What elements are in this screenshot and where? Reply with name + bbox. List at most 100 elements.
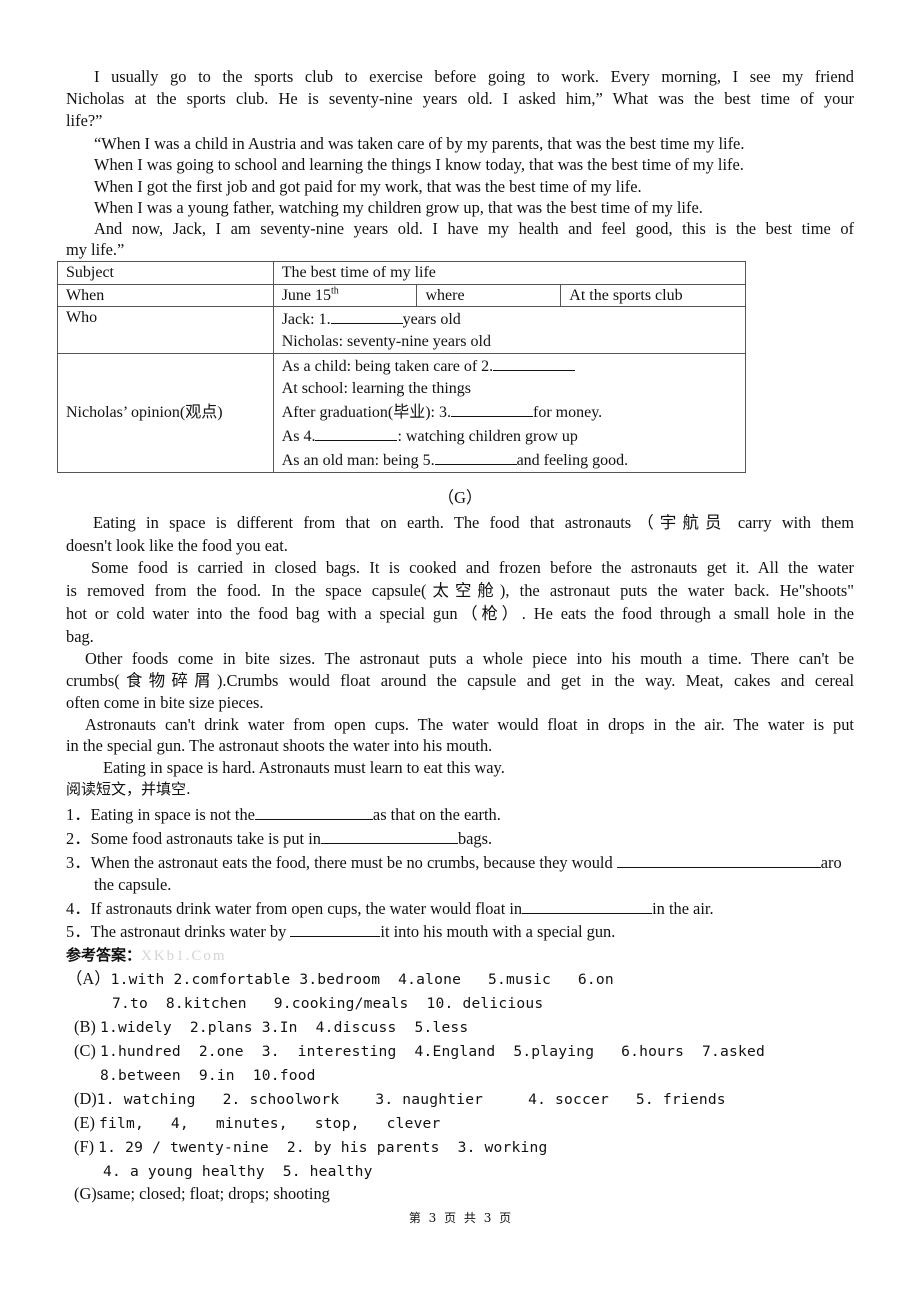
question-text: If astronauts drink water from open cups… <box>90 899 523 918</box>
paragraph-line: Eating in space is hard. Astronauts must… <box>103 758 505 777</box>
opinion-value: As a child: being taken care of 2. At sc… <box>272 353 747 473</box>
opinion-text: and feeling good. <box>516 452 629 469</box>
where-value: At the sports club <box>560 283 746 307</box>
paragraph-line: Nicholas at the sports club. He is seven… <box>66 89 854 108</box>
answer-blank-1[interactable] <box>330 307 403 324</box>
answer-blank-4[interactable] <box>315 424 398 441</box>
where-label: where <box>416 283 562 307</box>
answer-line: (B) 1.widely 2.plans 3.In 4.discuss 5.le… <box>74 1016 468 1039</box>
opinion-text: As an old man: being 5. <box>281 452 435 469</box>
answer-label: (B) <box>74 1017 96 1036</box>
paragraph-line: And now, Jack, I am seventy-nine years o… <box>94 219 854 238</box>
answer-line: (D)1. watching 2. schoolwork 3. naughtie… <box>74 1088 726 1111</box>
who-value: Jack: 1. years old Nicholas: seventy-nine… <box>272 306 747 354</box>
when-suffix: th <box>331 285 339 297</box>
question-4: 4．If astronauts drink water from open cu… <box>66 897 714 920</box>
question-text: When the astronaut eats the food, there … <box>90 853 617 872</box>
question-5: 5．The astronaut drinks water by it into … <box>66 920 615 943</box>
when-value: June 15th <box>272 283 418 307</box>
question-text: The astronaut drinks water by <box>90 922 291 941</box>
paragraph-line: often come in bite size pieces. <box>66 693 264 712</box>
paragraph-line: is removed from the food. In the space c… <box>66 581 854 600</box>
question-number: 5． <box>66 922 91 941</box>
opinion-text: for money. <box>533 404 603 421</box>
paragraph-line: Some food is carried in closed bags. It … <box>91 558 854 577</box>
opinion-label: Nicholas’ opinion(观点) <box>57 353 274 473</box>
instruction: 阅读短文，并填空. <box>66 780 191 798</box>
opinion-line: As a child: being taken care of 2. <box>282 354 737 378</box>
question-3: 3．When the astronaut eats the food, ther… <box>66 851 842 874</box>
paragraph-line: doesn't look like the food you eat. <box>66 536 288 555</box>
answer-text: film, 4, minutes, stop, clever <box>99 1115 441 1132</box>
answer-blank[interactable] <box>290 920 381 937</box>
who-nicholas: Nicholas: seventy-nine years old <box>281 332 491 350</box>
paragraph-line: Astronauts can't drink water from open c… <box>85 715 854 734</box>
question-3-continuation: the capsule. <box>94 875 172 894</box>
opinion-text: As a child: being taken care of 2. <box>281 358 494 375</box>
table-row: Subject The best time of my life <box>57 261 747 285</box>
answer-label: (D) <box>74 1089 97 1108</box>
answer-blank[interactable] <box>254 803 373 820</box>
answer-key-header: 参考答案：XKb1.Com <box>66 944 227 967</box>
opinion-text: : watching children grow up <box>397 428 578 445</box>
answer-text: 4. a young healthy 5. healthy <box>103 1163 373 1180</box>
question-number: 1． <box>66 805 91 824</box>
opinion-text: At school: learning the things <box>281 380 472 397</box>
answer-line: 8.between 9.in 10.food <box>100 1064 316 1087</box>
answer-line: (C) 1.hundred 2.one 3. interesting 4.Eng… <box>74 1040 765 1063</box>
answer-line: (E) film, 4, minutes, stop, clever <box>74 1112 441 1135</box>
table-row: Who Jack: 1. years old Nicholas: seventy-… <box>57 306 747 354</box>
who-jack: Jack: 1. years old <box>282 307 737 331</box>
answer-label: (F) <box>74 1137 95 1156</box>
answer-text: 1.widely 2.plans 3.In 4.discuss 5.less <box>99 1019 469 1036</box>
answer-blank-5[interactable] <box>434 448 517 465</box>
question-number: 3． <box>66 853 91 872</box>
paragraph-line: “When I was a child in Austria and was t… <box>94 134 745 153</box>
opinion-line: After graduation(毕业): 3. for money. <box>282 400 737 424</box>
question-number: 2． <box>66 829 91 848</box>
question-text: as that on the earth. <box>372 805 501 824</box>
paragraph-line: bag. <box>66 627 94 646</box>
paragraph-line: in the special gun. The astronaut shoots… <box>66 736 493 755</box>
paragraph-line: Eating in space is different from that o… <box>93 513 854 532</box>
opinion-text: After graduation(毕业): 3. <box>281 404 451 421</box>
watermark: XKb1.Com <box>141 948 227 964</box>
question-text: bags. <box>457 829 493 848</box>
question-text: it into his mouth with a special gun. <box>380 922 616 941</box>
section-heading-g: （G） <box>437 488 483 507</box>
question-1: 1．Eating in space is not the as that on t… <box>66 803 501 826</box>
question-text: aro <box>820 853 842 872</box>
paragraph-line: I usually go to the sports club to exerc… <box>94 67 854 86</box>
question-text: Some food astronauts take is put in <box>90 829 321 848</box>
answer-blank-2[interactable] <box>493 354 576 371</box>
when-label: When <box>57 283 274 307</box>
answer-blank[interactable] <box>320 827 458 844</box>
answer-text: 1.with 2.comfortable 3.bedroom 4.alone 5… <box>110 971 614 988</box>
page-footer: 第 3 页 共 3 页 <box>408 1211 512 1225</box>
table-row: When June 15th where At the sports club <box>57 283 746 307</box>
answer-text: 8.between 9.in 10.food <box>100 1067 316 1084</box>
opinion-line: As an old man: being 5. and feeling good. <box>282 448 737 472</box>
question-2: 2．Some food astronauts take is put in bag… <box>66 827 492 850</box>
opinion-line: At school: learning the things <box>282 378 737 400</box>
paragraph-line: life?” <box>66 111 103 130</box>
paragraph-line: When I got the first job and got paid fo… <box>94 177 642 196</box>
paragraph-line: my life.” <box>66 240 125 259</box>
paragraph-line: Other foods come in bite sizes. The astr… <box>85 649 854 668</box>
when-date: June 15 <box>281 286 332 304</box>
answer-blank[interactable] <box>522 897 653 914</box>
answer-text: 1. watching 2. schoolwork 3. naughtier 4… <box>96 1091 726 1108</box>
answer-text: same; closed; float; drops; shooting <box>96 1184 330 1203</box>
paragraph-line: hot or cold water into the food bag with… <box>66 604 854 623</box>
subject-value: The best time of my life <box>272 261 747 285</box>
who-label: Who <box>57 306 274 354</box>
answer-line: 7.to 8.kitchen 9.cooking/meals 10. delic… <box>112 992 543 1015</box>
answer-blank-3[interactable] <box>451 400 533 417</box>
answer-blank[interactable] <box>616 851 821 868</box>
answer-text: 1.hundred 2.one 3. interesting 4.England… <box>99 1043 765 1060</box>
table-row: Nicholas’ opinion(观点) As a child: being … <box>57 353 747 473</box>
answer-line: 4. a young healthy 5. healthy <box>103 1160 373 1183</box>
paragraph-line: When I was a young father, watching my c… <box>94 198 703 217</box>
paragraph-line: crumbs(食物碎屑).Crumbs would float around t… <box>66 671 854 690</box>
answer-line: (G)same; closed; float; drops; shooting <box>74 1183 330 1205</box>
